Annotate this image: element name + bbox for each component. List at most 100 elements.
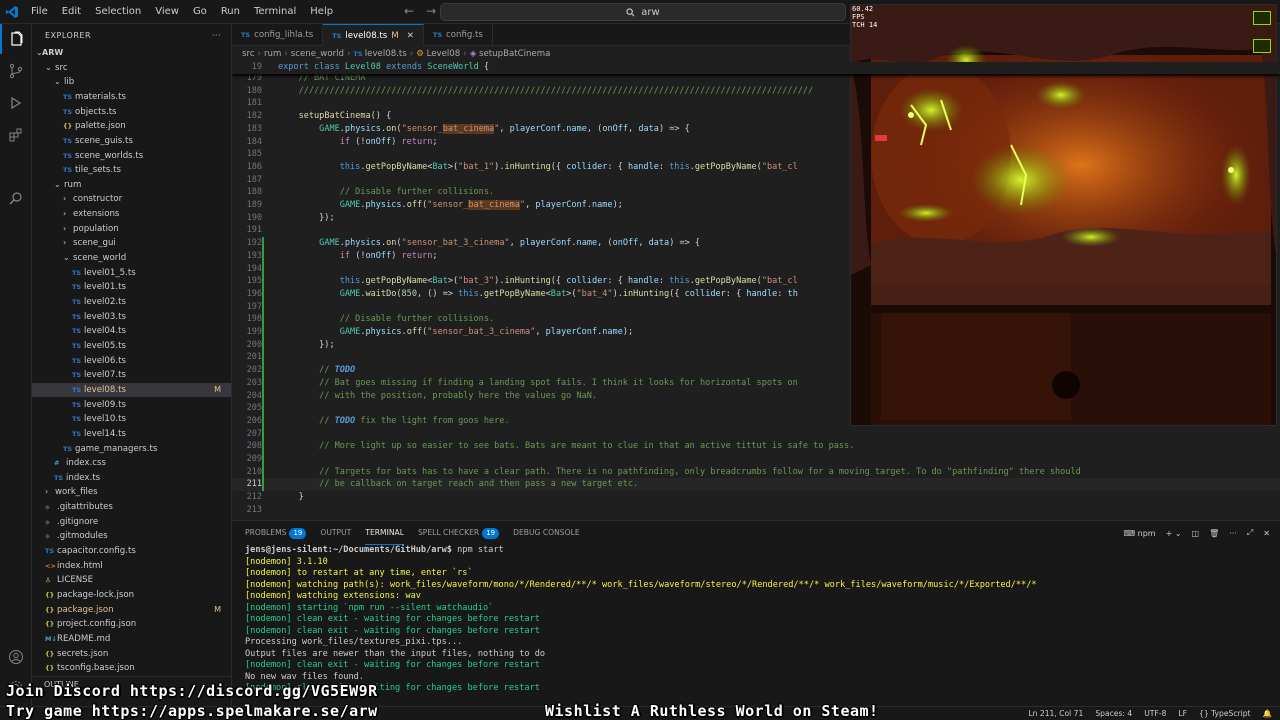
menu-terminal[interactable]: Terminal (247, 0, 303, 24)
tab-terminal[interactable]: TERMINAL (365, 521, 404, 545)
code-text: GAME.physics.off("sensor_bat_cinema", pl… (339, 200, 623, 210)
tree-file[interactable]: <>index.html (32, 559, 231, 574)
tree-file[interactable]: # index.css (32, 456, 231, 471)
encoding-setting[interactable]: UTF-8 (1144, 707, 1166, 720)
tree-folder[interactable]: ⌄ lib (32, 75, 231, 90)
close-icon[interactable]: ✕ (407, 31, 414, 41)
tab-config[interactable]: TS config.ts (424, 24, 493, 46)
tree-file[interactable]: {} tsconfig.base.json (32, 661, 231, 676)
new-terminal-icon[interactable]: + ⌄ (1166, 529, 1182, 538)
menu-help[interactable]: Help (303, 0, 340, 24)
split-terminal-icon[interactable]: ◫ (1192, 529, 1200, 538)
command-center-search[interactable]: arw (440, 3, 846, 21)
tree-file[interactable]: TS level10.ts (32, 412, 231, 427)
tree-file[interactable]: TS scene_worlds.ts (32, 149, 231, 164)
gutter (262, 110, 278, 123)
more-actions-icon[interactable]: ··· (212, 31, 221, 40)
tree-folder[interactable]: › population (32, 222, 231, 237)
tree-file[interactable]: TS level05.ts (32, 339, 231, 354)
breadcrumb-item[interactable]: scene_world (291, 49, 344, 59)
trash-icon[interactable]: 🗑 (1209, 529, 1219, 538)
back-arrow-icon[interactable]: ← (404, 4, 414, 18)
tree-file[interactable]: TS objects.ts (32, 105, 231, 120)
tree-file[interactable]: TS level03.ts (32, 310, 231, 325)
game-menu-button[interactable] (1253, 11, 1271, 25)
tab-level08[interactable]: TS level08.ts M ✕ (323, 24, 424, 46)
lic-file-icon: ♙ (45, 576, 51, 585)
tree-file[interactable]: TS level08.ts M (32, 382, 231, 398)
tree-file[interactable]: TS materials.ts (32, 90, 231, 105)
breadcrumb-item[interactable]: rum (264, 49, 281, 59)
maximize-panel-icon[interactable]: ⤢ (1247, 528, 1253, 538)
search-panel-icon[interactable] (0, 184, 32, 214)
tree-file[interactable]: TS level07.ts (32, 368, 231, 383)
tree-folder[interactable]: ⌄ rum (32, 178, 231, 193)
tree-folder[interactable]: ⌄ scene_world (32, 251, 231, 266)
tree-file[interactable]: TS level14.ts (32, 427, 231, 442)
tree-folder[interactable]: › constructor (32, 192, 231, 207)
tree-file[interactable]: ◆ .gitattributes (32, 500, 231, 515)
tree-file[interactable]: {} package-lock.json (32, 588, 231, 603)
tree-folder[interactable]: › work_files (32, 485, 231, 500)
tree-file[interactable]: {} palette.json (32, 119, 231, 134)
menu-file[interactable]: File (24, 0, 55, 24)
forward-arrow-icon[interactable]: → (426, 4, 436, 18)
tree-file[interactable]: {} package.json M (32, 603, 231, 618)
tree-file[interactable]: TS tile_sets.ts (32, 163, 231, 178)
tab-config-lihla[interactable]: TS config_lihla.ts (232, 24, 324, 46)
tree-file[interactable]: ◆ .gitmodules (32, 529, 231, 544)
account-icon[interactable] (0, 642, 32, 672)
terminal-output[interactable]: jens@jens-silent:~/Documents/GitHub/arw$… (245, 545, 1265, 695)
breadcrumb-item[interactable]: Level08 (427, 49, 461, 59)
menu-view[interactable]: View (148, 0, 186, 24)
terminal-shell-selector[interactable]: ⌨ npm (1124, 529, 1156, 538)
activity-bar (0, 24, 32, 706)
tree-file[interactable]: TS level09.ts (32, 398, 231, 413)
run-debug-icon[interactable] (0, 88, 32, 118)
game-menu-lines-button[interactable] (1253, 39, 1271, 53)
tree-file[interactable]: TS index.ts (32, 471, 231, 486)
tab-debug-console[interactable]: DEBUG CONSOLE (513, 521, 580, 545)
menu-edit[interactable]: Edit (55, 0, 88, 24)
menu-go[interactable]: Go (186, 0, 214, 24)
tree-file[interactable]: M↓README.md (32, 632, 231, 647)
indentation-setting[interactable]: Spaces: 4 (1095, 707, 1132, 720)
tree-file[interactable]: TS game_managers.ts (32, 442, 231, 457)
notifications-bell-icon[interactable]: 🔔 (1263, 707, 1272, 720)
tree-file[interactable]: TS scene_guis.ts (32, 134, 231, 149)
menu-selection[interactable]: Selection (88, 0, 148, 24)
tree-file[interactable]: TS level01.ts (32, 280, 231, 295)
language-mode[interactable]: {} TypeScript (1199, 707, 1251, 720)
tab-problems[interactable]: PROBLEMS 19 (245, 521, 307, 545)
tree-folder[interactable]: ⌄ src (32, 61, 231, 76)
tree-file[interactable]: TS level06.ts (32, 354, 231, 369)
tree-folder[interactable]: › extensions (32, 207, 231, 222)
breadcrumb-item[interactable]: level08.ts (365, 49, 407, 59)
tree-file[interactable]: TS capacitor.config.ts (32, 544, 231, 559)
tab-output[interactable]: OUTPUT (320, 521, 351, 545)
menu-run[interactable]: Run (214, 0, 247, 24)
tree-file[interactable]: ♙ LICENSE (32, 573, 231, 588)
tree-file[interactable]: TS level01_5.ts (32, 266, 231, 281)
code-line: 213 (232, 504, 1280, 517)
more-actions-icon[interactable]: ··· (1229, 529, 1237, 538)
tree-file[interactable]: TS level04.ts (32, 324, 231, 339)
cursor-position[interactable]: Ln 211, Col 71 (1028, 707, 1083, 720)
tree-file[interactable]: ◆ .gitignore (32, 515, 231, 530)
close-panel-icon[interactable]: ✕ (1263, 529, 1270, 538)
tree-file[interactable]: TS level02.ts (32, 295, 231, 310)
source-control-icon[interactable] (0, 56, 32, 86)
tree-file[interactable]: {} secrets.json (32, 647, 231, 662)
modified-badge: M (391, 30, 399, 41)
explorer-root-folder[interactable]: ⌄ARW (32, 46, 231, 61)
tree-file[interactable]: {} project.config.json (32, 617, 231, 632)
extensions-icon[interactable] (0, 120, 32, 150)
tab-spell-checker[interactable]: SPELL CHECKER 19 (418, 521, 500, 545)
breadcrumb-item[interactable]: setupBatCinema (479, 49, 550, 59)
shell-prompt: jens@jens-silent:~/Documents/GitHub/arw$ (245, 545, 452, 555)
breadcrumb-item[interactable]: src (242, 49, 255, 59)
tree-folder[interactable]: › scene_gui (32, 236, 231, 251)
eol-setting[interactable]: LF (1178, 707, 1187, 720)
tree-item-label: index.html (57, 560, 103, 571)
explorer-icon[interactable] (0, 24, 32, 54)
